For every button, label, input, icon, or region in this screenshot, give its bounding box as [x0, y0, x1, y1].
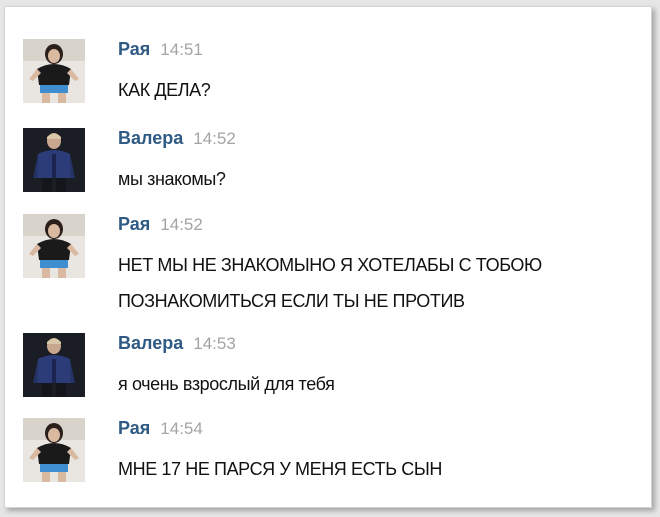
message-line: ПОЗНАКОМИТЬСЯ ЕСЛИ ТЫ НЕ ПРОТИВ	[118, 291, 465, 311]
timestamp: 14:52	[160, 215, 203, 234]
message-text: КАК ДЕЛА?	[118, 72, 638, 108]
avatar[interactable]	[23, 214, 85, 278]
author-name[interactable]: Рая 14:54	[118, 418, 203, 439]
avatar[interactable]	[23, 333, 85, 397]
message-text: МНЕ 17 НЕ ПАРСЯ У МЕНЯ ЕСТЬ СЫН	[118, 451, 638, 487]
message-line: КАК ДЕЛА?	[118, 80, 211, 100]
chat-window: Рая 14:51 КАК ДЕЛА? Валера 14:52 мы знаком…	[4, 6, 652, 508]
message-text: я очень взрослый для тебя	[118, 366, 638, 402]
message-line: я очень взрослый для тебя	[118, 374, 335, 394]
avatar[interactable]	[23, 418, 85, 482]
girl-avatar-icon	[23, 418, 85, 482]
author-name[interactable]: Рая 14:52	[118, 214, 203, 235]
author-name[interactable]: Рая 14:51	[118, 39, 203, 60]
message-text: мы знакомы?	[118, 161, 638, 197]
timestamp: 14:52	[193, 129, 236, 148]
timestamp: 14:54	[160, 419, 203, 438]
guy-avatar-icon	[23, 128, 85, 192]
author-name[interactable]: Валера 14:52	[118, 128, 236, 149]
author-name[interactable]: Валера 14:53	[118, 333, 236, 354]
guy-avatar-icon	[23, 333, 85, 397]
timestamp: 14:53	[193, 334, 236, 353]
avatar[interactable]	[23, 128, 85, 192]
girl-avatar-icon	[23, 214, 85, 278]
message-line: МНЕ 17 НЕ ПАРСЯ У МЕНЯ ЕСТЬ СЫН	[118, 459, 442, 479]
avatar[interactable]	[23, 39, 85, 103]
timestamp: 14:51	[160, 40, 203, 59]
girl-avatar-icon	[23, 39, 85, 103]
message-text: НЕТ МЫ НЕ ЗНАКОМЫНО Я ХОТЕЛАБЫ С ТОБОЮ П…	[118, 247, 638, 319]
message-line: мы знакомы?	[118, 169, 226, 189]
message-line: НЕТ МЫ НЕ ЗНАКОМЫНО Я ХОТЕЛАБЫ С ТОБОЮ	[118, 255, 542, 275]
